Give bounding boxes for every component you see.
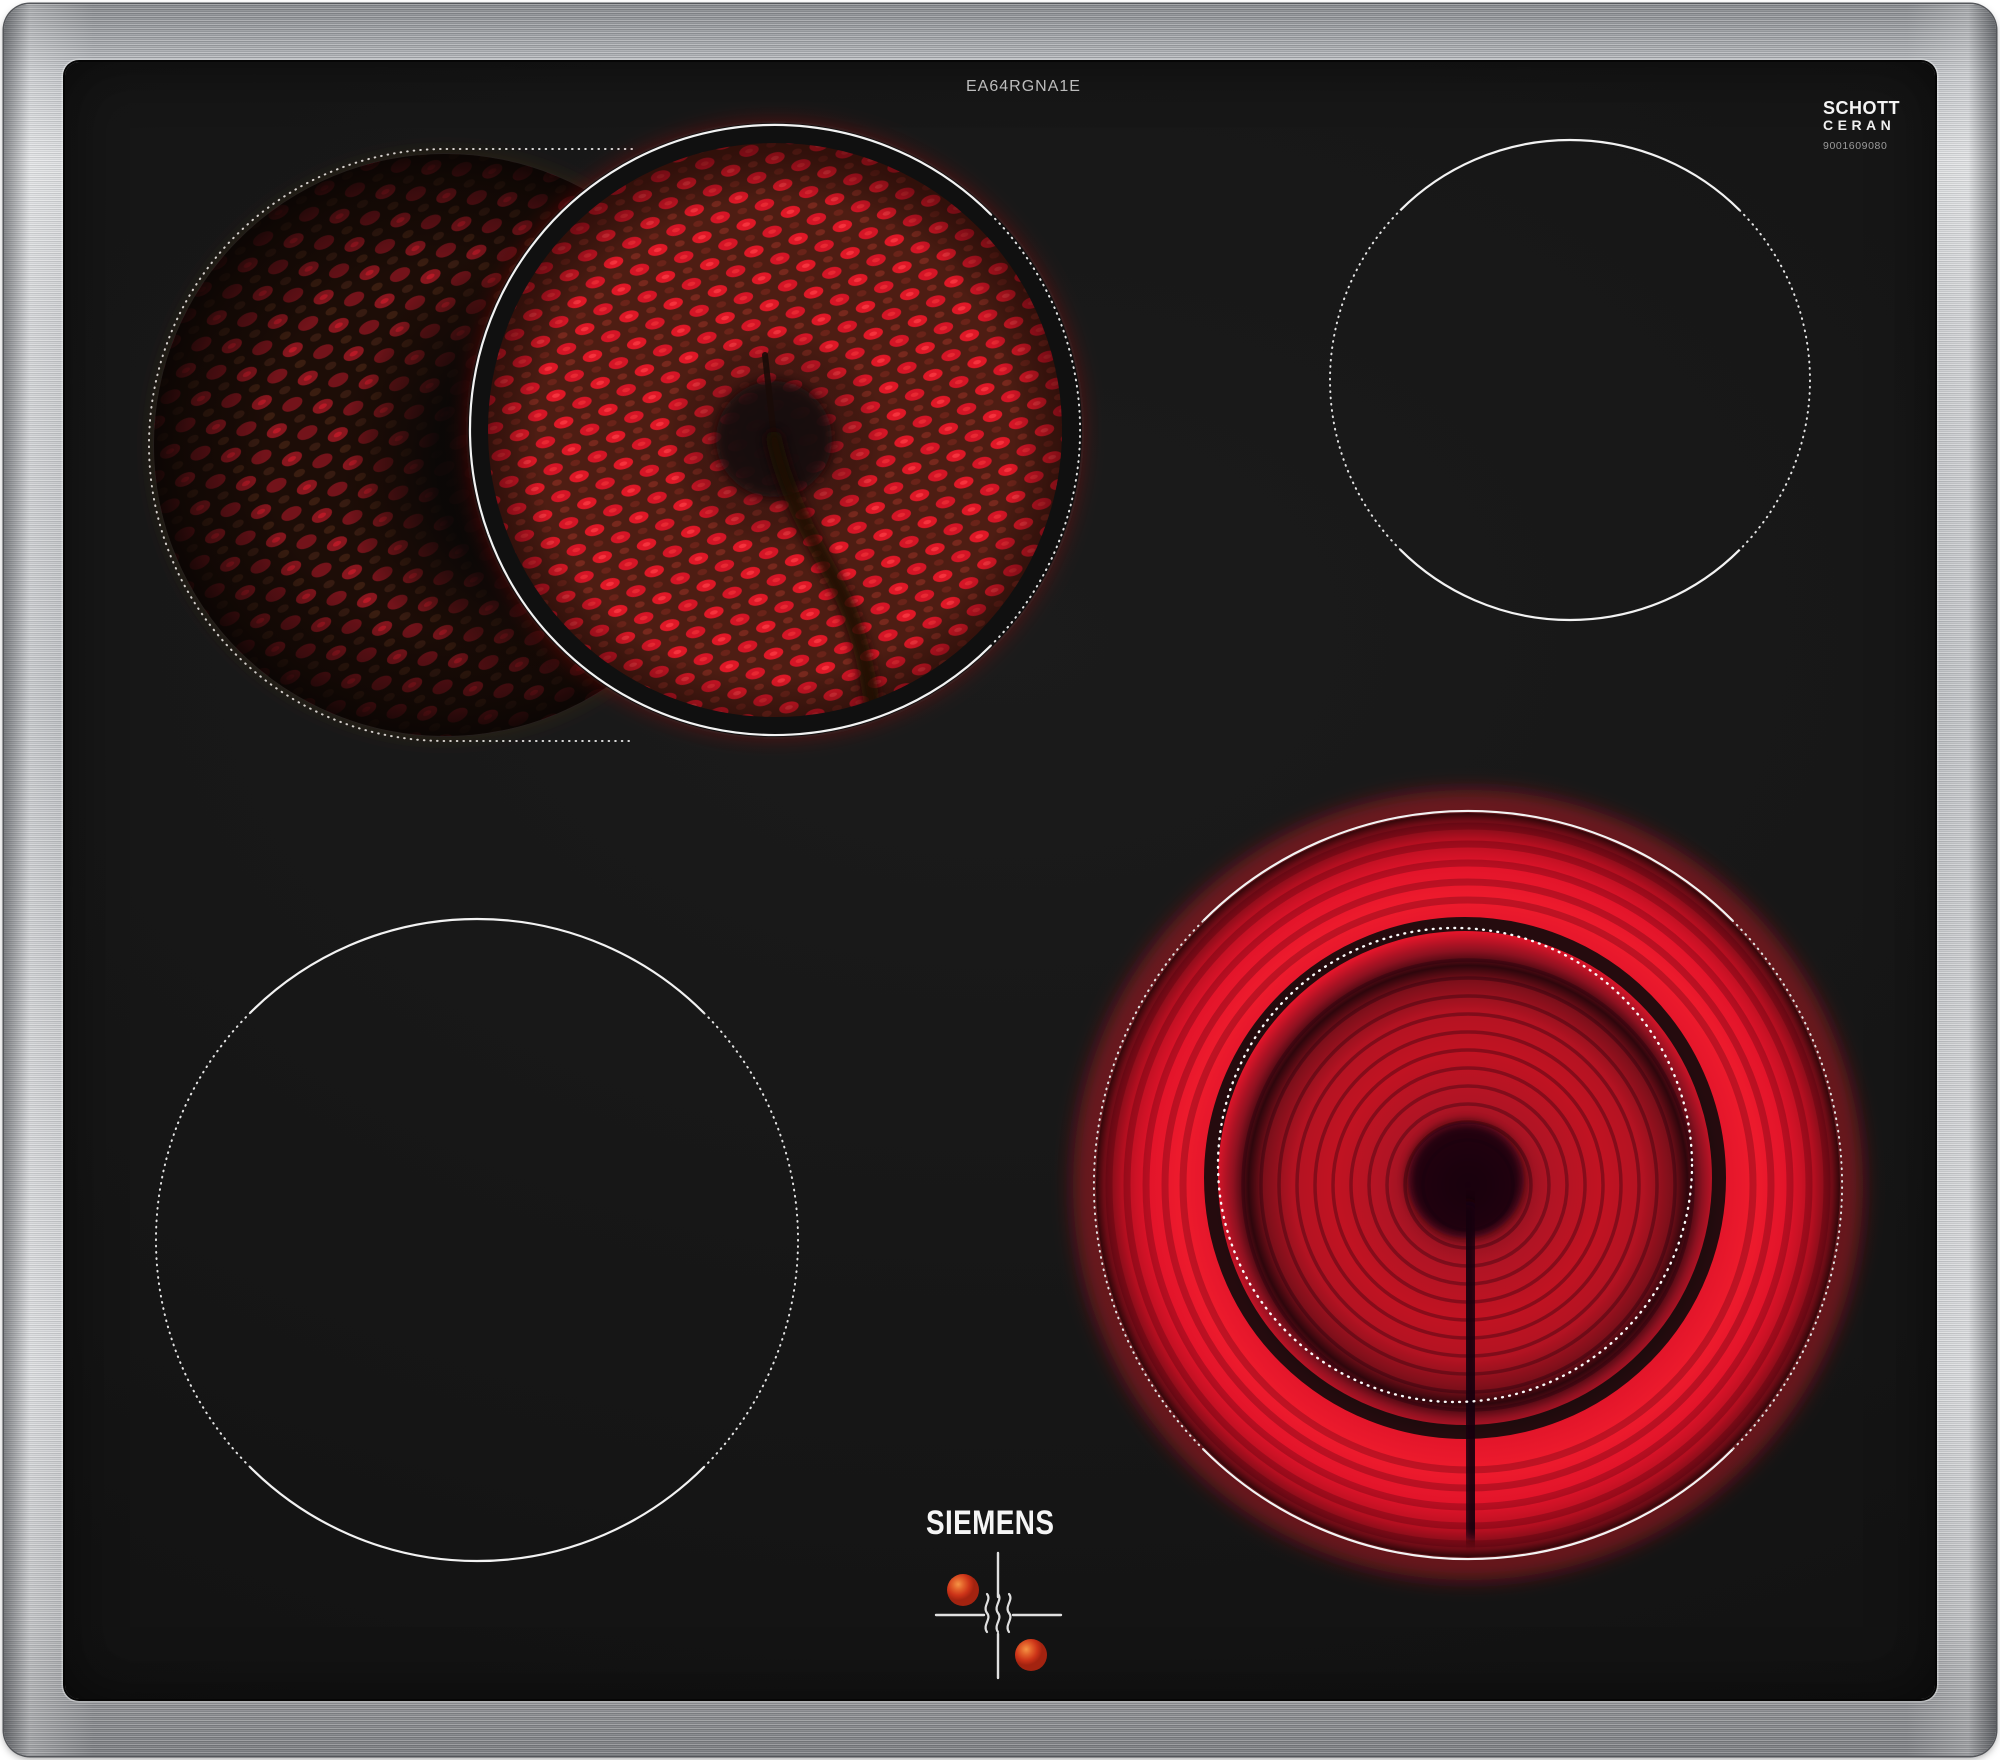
residual-heat-wave-icon [984, 1592, 1012, 1634]
ring-element-sensor-stem [1457, 1201, 1484, 1541]
zone-bottom-left-arc-right [703, 1012, 800, 1468]
zone-top-right-arc-left [1329, 209, 1402, 551]
hot-dot-left [947, 1574, 979, 1606]
zone-top-right-arc-bottom [1399, 548, 1741, 622]
zone-bottom-right [1073, 790, 1863, 1580]
ceramic-glass-surface [65, 62, 1935, 1699]
zone-bottom-left-outline [154, 917, 800, 1563]
zone-top-right-outline [1329, 138, 1811, 622]
hot-dot-right [1015, 1639, 1047, 1671]
ceran-logo-text: CERAN [1823, 117, 1896, 133]
zone-bottom-left-arc-left [154, 1012, 251, 1468]
zone-top-right-arc-right [1738, 209, 1811, 551]
hob-graphics [148, 121, 1863, 1680]
zone-top-right-arc-top [1399, 138, 1741, 212]
serial-number: 9001609080 [1823, 140, 1888, 152]
model-number-label: EA64RGNA1E [966, 78, 1081, 95]
hob-frame: EA64RGNA1E SCHOTT CERAN 9001609080 SIEME… [4, 4, 1996, 1756]
siemens-logo: SIEMENS [926, 1504, 1055, 1542]
zone-bottom-left-arc-top [249, 917, 705, 1014]
schott-logo-text: SCHOTT [1823, 98, 1900, 118]
zone-bottom-left-arc-bottom [249, 1466, 705, 1563]
zone-top-left [148, 121, 1084, 742]
